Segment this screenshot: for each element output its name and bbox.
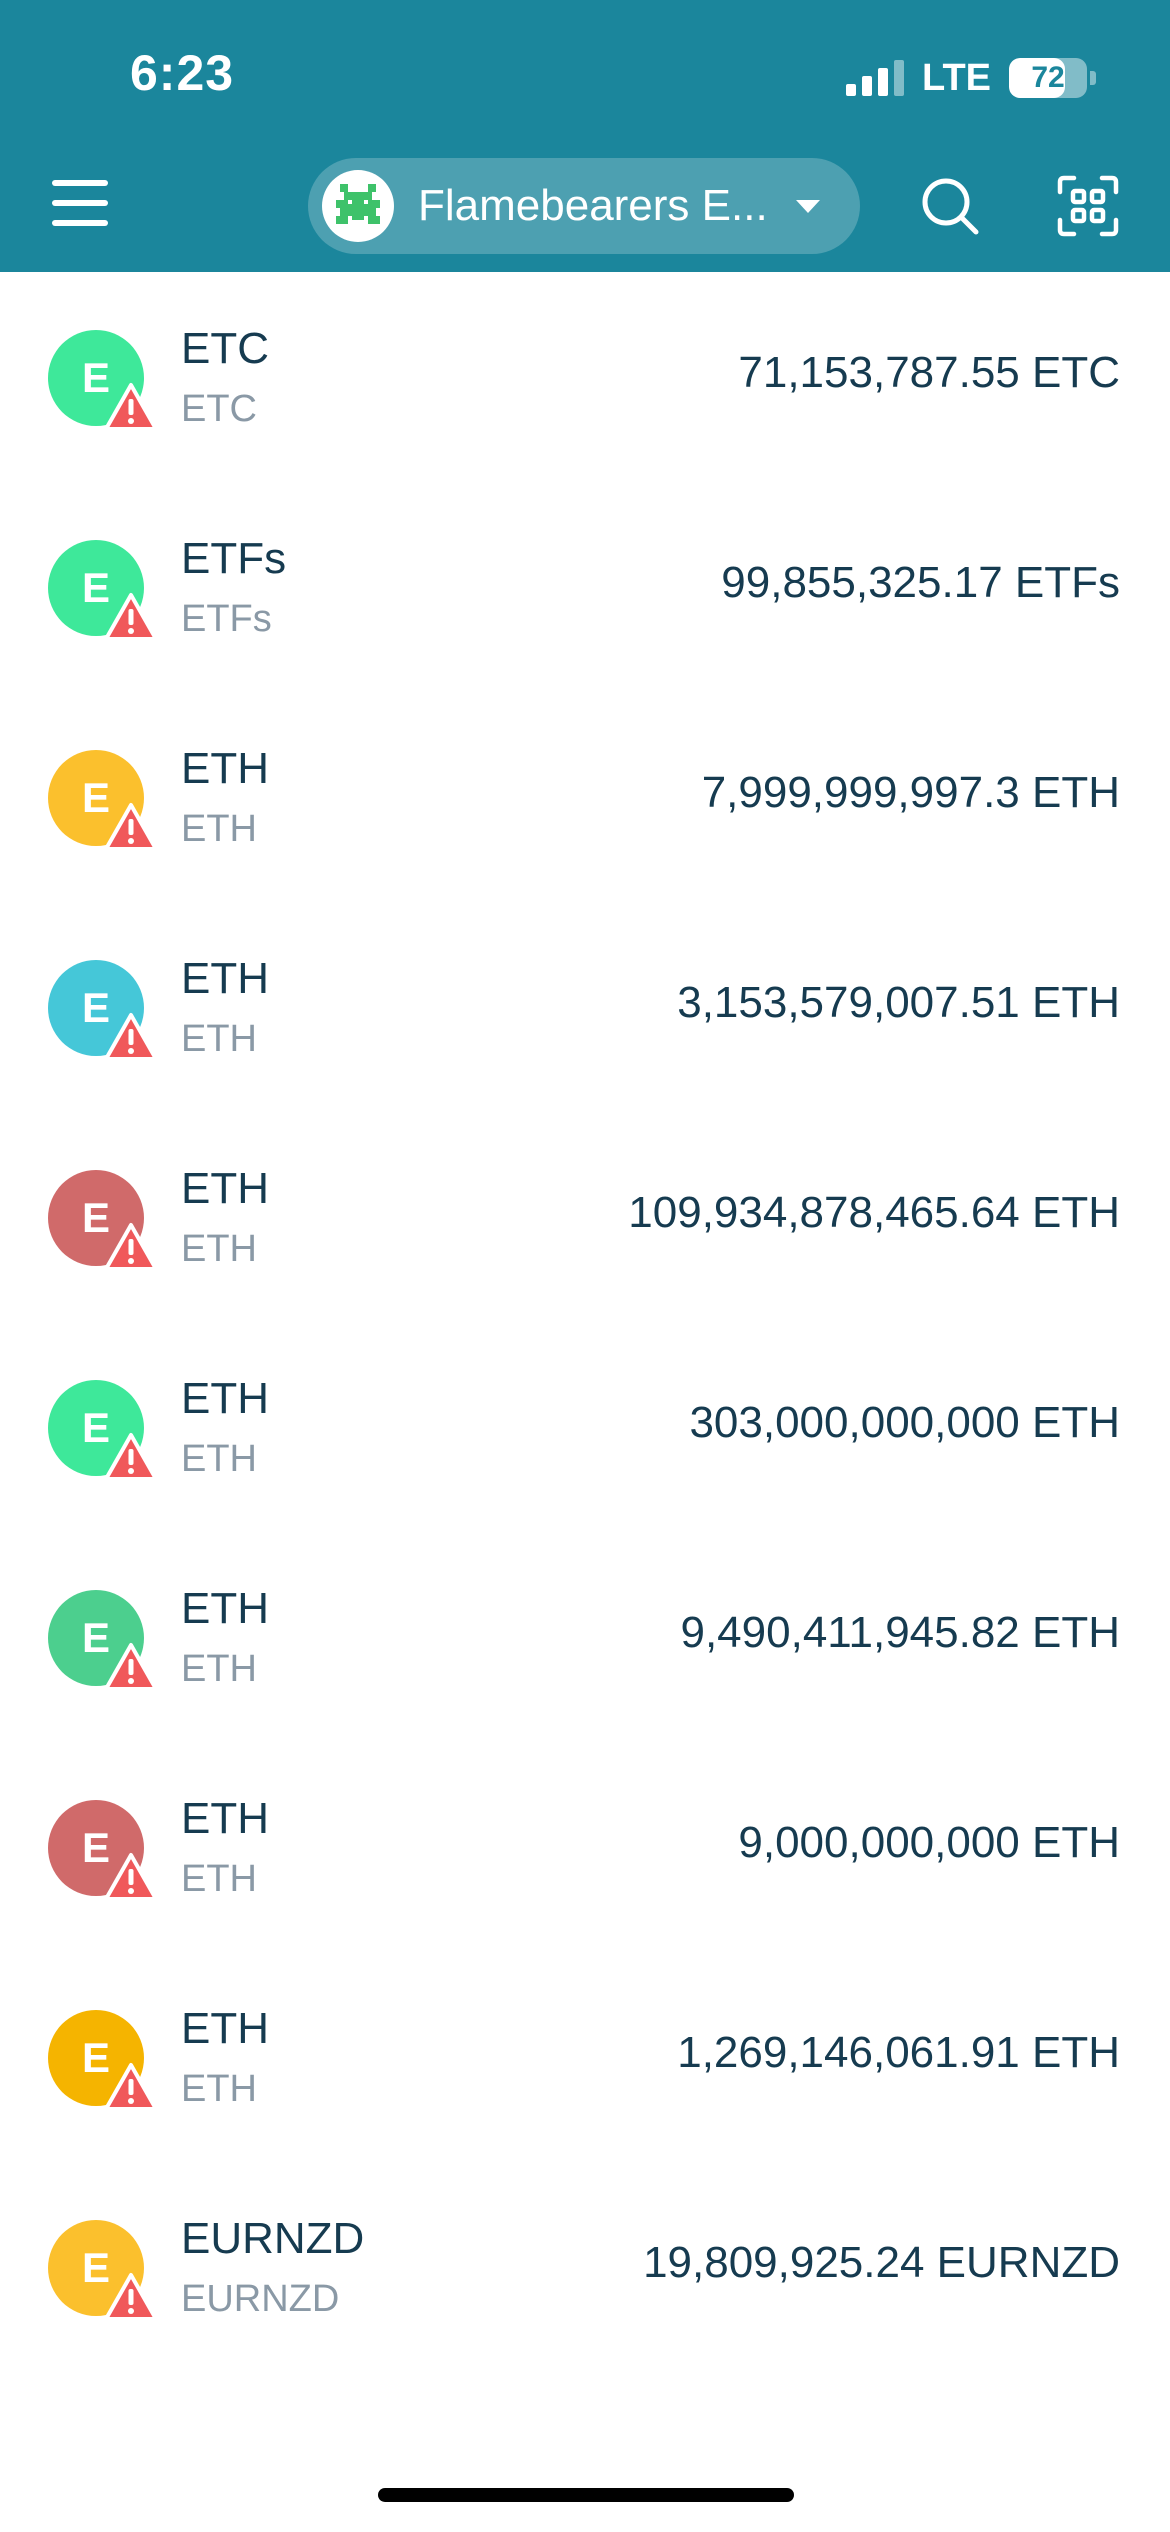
network-type: LTE (922, 56, 991, 99)
warning-icon (104, 2063, 158, 2111)
token-symbol: ETH (181, 2068, 257, 2110)
token-name: ETH (181, 744, 269, 793)
token-name: ETH (181, 954, 269, 1003)
token-name: ETFs (181, 534, 287, 583)
warning-icon (104, 1643, 158, 1691)
warning-icon (104, 803, 158, 851)
cellular-signal-icon (846, 60, 905, 96)
token-symbol: ETH (181, 1858, 257, 1900)
search-icon[interactable] (918, 174, 982, 238)
token-balance: 7,999,999,997.3 ETH (701, 768, 1120, 817)
token-row[interactable]: E ETH ETH 303,000,000,000 ETH (0, 1322, 1170, 1532)
warning-icon (104, 593, 158, 641)
token-symbol: ETH (181, 808, 257, 850)
battery-level: 72 (1031, 61, 1065, 94)
warning-icon (104, 383, 158, 431)
wallet-name: Flamebearers E... (418, 181, 768, 230)
token-balance: 303,000,000,000 ETH (689, 1398, 1120, 1447)
hamburger-menu-icon[interactable] (52, 176, 114, 230)
token-row[interactable]: E ETH ETH 1,269,146,061.91 ETH (0, 1952, 1170, 2162)
token-name: ETH (181, 1794, 269, 1843)
token-symbol: EURNZD (181, 2278, 340, 2320)
status-time: 6:23 (130, 45, 235, 101)
token-row[interactable]: E ETFs ETFs 99,855,325.17 ETFs (0, 482, 1170, 692)
home-indicator[interactable] (378, 2488, 794, 2502)
token-balance: 1,269,146,061.91 ETH (677, 2028, 1120, 2077)
token-balance: 99,855,325.17 ETFs (721, 558, 1120, 607)
token-symbol: ETH (181, 1438, 257, 1480)
token-symbol: ETH (181, 1018, 257, 1060)
qr-scan-icon[interactable] (1056, 174, 1120, 238)
chevron-down-icon (796, 199, 820, 213)
token-row[interactable]: E ETH ETH 109,934,878,465.64 ETH (0, 1112, 1170, 1322)
token-row[interactable]: E ETH ETH 9,000,000,000 ETH (0, 1742, 1170, 1952)
token-name: ETH (181, 1164, 269, 1213)
token-balance: 9,490,411,945.82 ETH (680, 1608, 1120, 1657)
token-row[interactable]: E ETH ETH 7,999,999,997.3 ETH (0, 692, 1170, 902)
warning-icon (104, 1853, 158, 1901)
token-symbol: ETH (181, 1228, 257, 1270)
token-row[interactable]: E ETH ETH 3,153,579,007.51 ETH (0, 902, 1170, 1112)
token-name: ETH (181, 1374, 269, 1423)
app-header: 6:23 LTE 72 Flamebearers E... (0, 0, 1170, 272)
wallet-selector[interactable]: Flamebearers E... (308, 158, 860, 254)
token-balance: 9,000,000,000 ETH (738, 1818, 1120, 1867)
battery-icon: 72 (1009, 58, 1096, 98)
token-row[interactable]: E ETH ETH 9,490,411,945.82 ETH (0, 1532, 1170, 1742)
token-name: ETC (181, 324, 269, 373)
token-symbol: ETH (181, 1648, 257, 1690)
token-name: ETH (181, 2004, 269, 2053)
token-balance: 109,934,878,465.64 ETH (628, 1188, 1120, 1237)
warning-icon (104, 1223, 158, 1271)
token-balance: 19,809,925.24 EURNZD (643, 2238, 1120, 2287)
token-name: ETH (181, 1584, 269, 1633)
token-balance: 3,153,579,007.51 ETH (677, 978, 1120, 1027)
token-list: E ETC ETC 71,153,787.55 ETC E ETFs ETFs … (0, 272, 1170, 2372)
pixel-invader-avatar-icon (322, 170, 394, 242)
token-symbol: ETFs (181, 598, 272, 640)
token-name: EURNZD (181, 2214, 365, 2263)
warning-icon (104, 2273, 158, 2321)
token-symbol: ETC (181, 388, 257, 430)
token-row[interactable]: E ETC ETC 71,153,787.55 ETC (0, 272, 1170, 482)
token-balance: 71,153,787.55 ETC (738, 348, 1120, 397)
warning-icon (104, 1013, 158, 1061)
warning-icon (104, 1433, 158, 1481)
token-row[interactable]: E EURNZD EURNZD 19,809,925.24 EURNZD (0, 2162, 1170, 2372)
status-indicators: LTE 72 (846, 54, 1096, 102)
